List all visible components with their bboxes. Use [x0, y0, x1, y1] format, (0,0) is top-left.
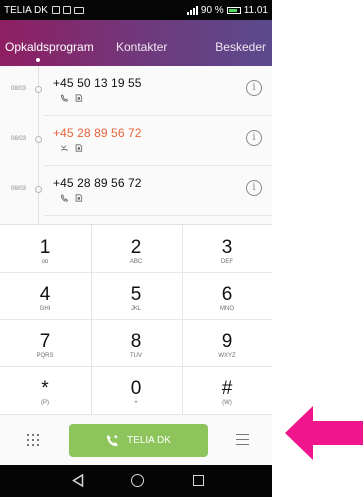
sim-card-icon — [75, 94, 83, 102]
call-button-label: TELIA DK — [127, 435, 171, 446]
key-0[interactable]: 0 + — [91, 366, 181, 413]
key-3[interactable]: 3 DEF — [182, 225, 272, 272]
key-7[interactable]: 7 PQRS — [0, 319, 90, 366]
call-log-row[interactable]: 06/03 +45 28 89 56 72 i — [0, 116, 272, 166]
status-bar: TELIA DK 90 % 11.01 — [0, 0, 272, 20]
phone-number: +45 28 89 56 72 — [53, 176, 142, 190]
timeline-node — [35, 136, 42, 143]
tab-beskeder[interactable]: Beskeder — [215, 40, 266, 54]
key-6[interactable]: 6 MNO — [182, 272, 272, 319]
timeline-node — [35, 186, 42, 193]
call-log[interactable]: 08/03 +45 50 13 19 55 i 06/03 +45 28 89 … — [0, 66, 272, 224]
info-icon[interactable]: i — [246, 80, 262, 96]
pink-arrow-annotation-icon — [285, 406, 363, 460]
sim-card-icon — [75, 194, 83, 202]
dial-keypad: 1 ᴏᴅ 2 ABC 3 DEF 4 GHI 5 JKL 6 MNO 7 PQRS 8 TUV … — [0, 224, 272, 415]
timeline-node — [35, 86, 42, 93]
phone-number: +45 28 89 56 72 — [53, 126, 142, 140]
call-date: 08/03 — [11, 86, 27, 92]
outgoing-call-icon — [60, 94, 69, 102]
tab-bar: Opkaldsprogram Kontakter Beskeder — [0, 20, 272, 66]
navigation-bar — [0, 465, 272, 497]
clock: 11.01 — [243, 4, 268, 16]
signal-icon — [186, 5, 198, 15]
home-icon[interactable] — [131, 474, 144, 487]
active-tab-indicator — [36, 58, 40, 62]
key-2[interactable]: 2 ABC — [91, 225, 181, 272]
key-9[interactable]: 9 WXYZ — [182, 319, 272, 366]
carrier-name: TELIA DK — [4, 4, 48, 16]
battery-percent: 90 % — [200, 4, 224, 16]
key-8[interactable]: 8 TUV — [91, 319, 181, 366]
call-log-row[interactable]: 06/03 +45 28 89 56 72 i — [0, 166, 272, 216]
key-hash[interactable]: # (W) — [182, 366, 272, 413]
dialpad-toggle-icon[interactable] — [27, 434, 39, 446]
missed-call-icon — [61, 145, 68, 151]
notification-icon — [51, 6, 60, 14]
phone-screen: TELIA DK 90 % 11.01 Opkaldsprogram Konta… — [0, 0, 272, 497]
outgoing-call-icon — [60, 194, 69, 202]
dialer-action-bar: TELIA DK — [0, 414, 272, 465]
menu-icon[interactable] — [236, 434, 249, 445]
info-icon[interactable]: i — [246, 130, 262, 146]
sim-card-icon — [75, 144, 83, 152]
tab-opkaldsprogram[interactable]: Opkaldsprogram — [5, 40, 94, 54]
phone-icon — [106, 435, 118, 447]
tab-kontakter[interactable]: Kontakter — [116, 40, 167, 54]
call-button[interactable]: TELIA DK — [69, 424, 208, 457]
key-5[interactable]: 5 JKL — [91, 272, 181, 319]
call-date: 06/03 — [11, 186, 27, 192]
phone-number: +45 50 13 19 55 — [53, 76, 142, 90]
key-star[interactable]: * (P) — [0, 366, 90, 413]
battery-icon — [226, 6, 241, 14]
call-date: 06/03 — [11, 136, 27, 142]
key-1[interactable]: 1 ᴏᴅ — [0, 225, 90, 272]
message-notification-icon — [73, 6, 84, 14]
image-notification-icon — [62, 6, 71, 14]
call-log-row[interactable]: 08/03 +45 50 13 19 55 i — [0, 66, 272, 116]
recent-apps-icon[interactable] — [193, 475, 204, 486]
back-icon[interactable] — [72, 474, 84, 487]
info-icon[interactable]: i — [246, 180, 262, 196]
key-4[interactable]: 4 GHI — [0, 272, 90, 319]
